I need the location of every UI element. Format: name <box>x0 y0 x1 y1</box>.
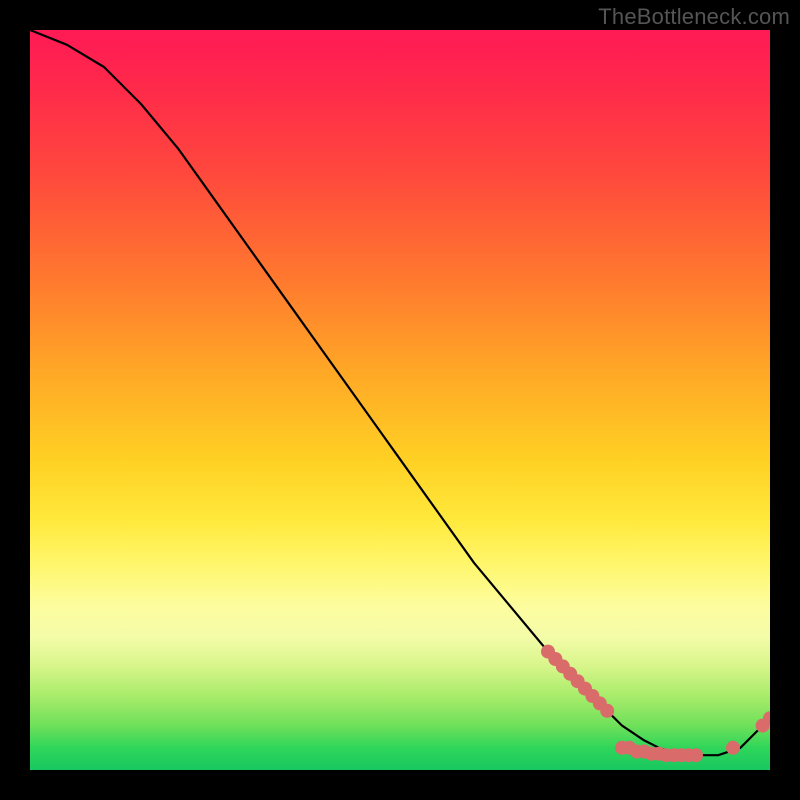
marker-dot <box>726 741 740 755</box>
chart-svg <box>30 30 770 770</box>
curve-markers <box>541 645 770 763</box>
chart-frame: TheBottleneck.com <box>0 0 800 800</box>
bottleneck-curve <box>30 30 770 755</box>
watermark-text: TheBottleneck.com <box>598 4 790 30</box>
marker-dot <box>600 704 614 718</box>
marker-dot <box>689 748 703 762</box>
